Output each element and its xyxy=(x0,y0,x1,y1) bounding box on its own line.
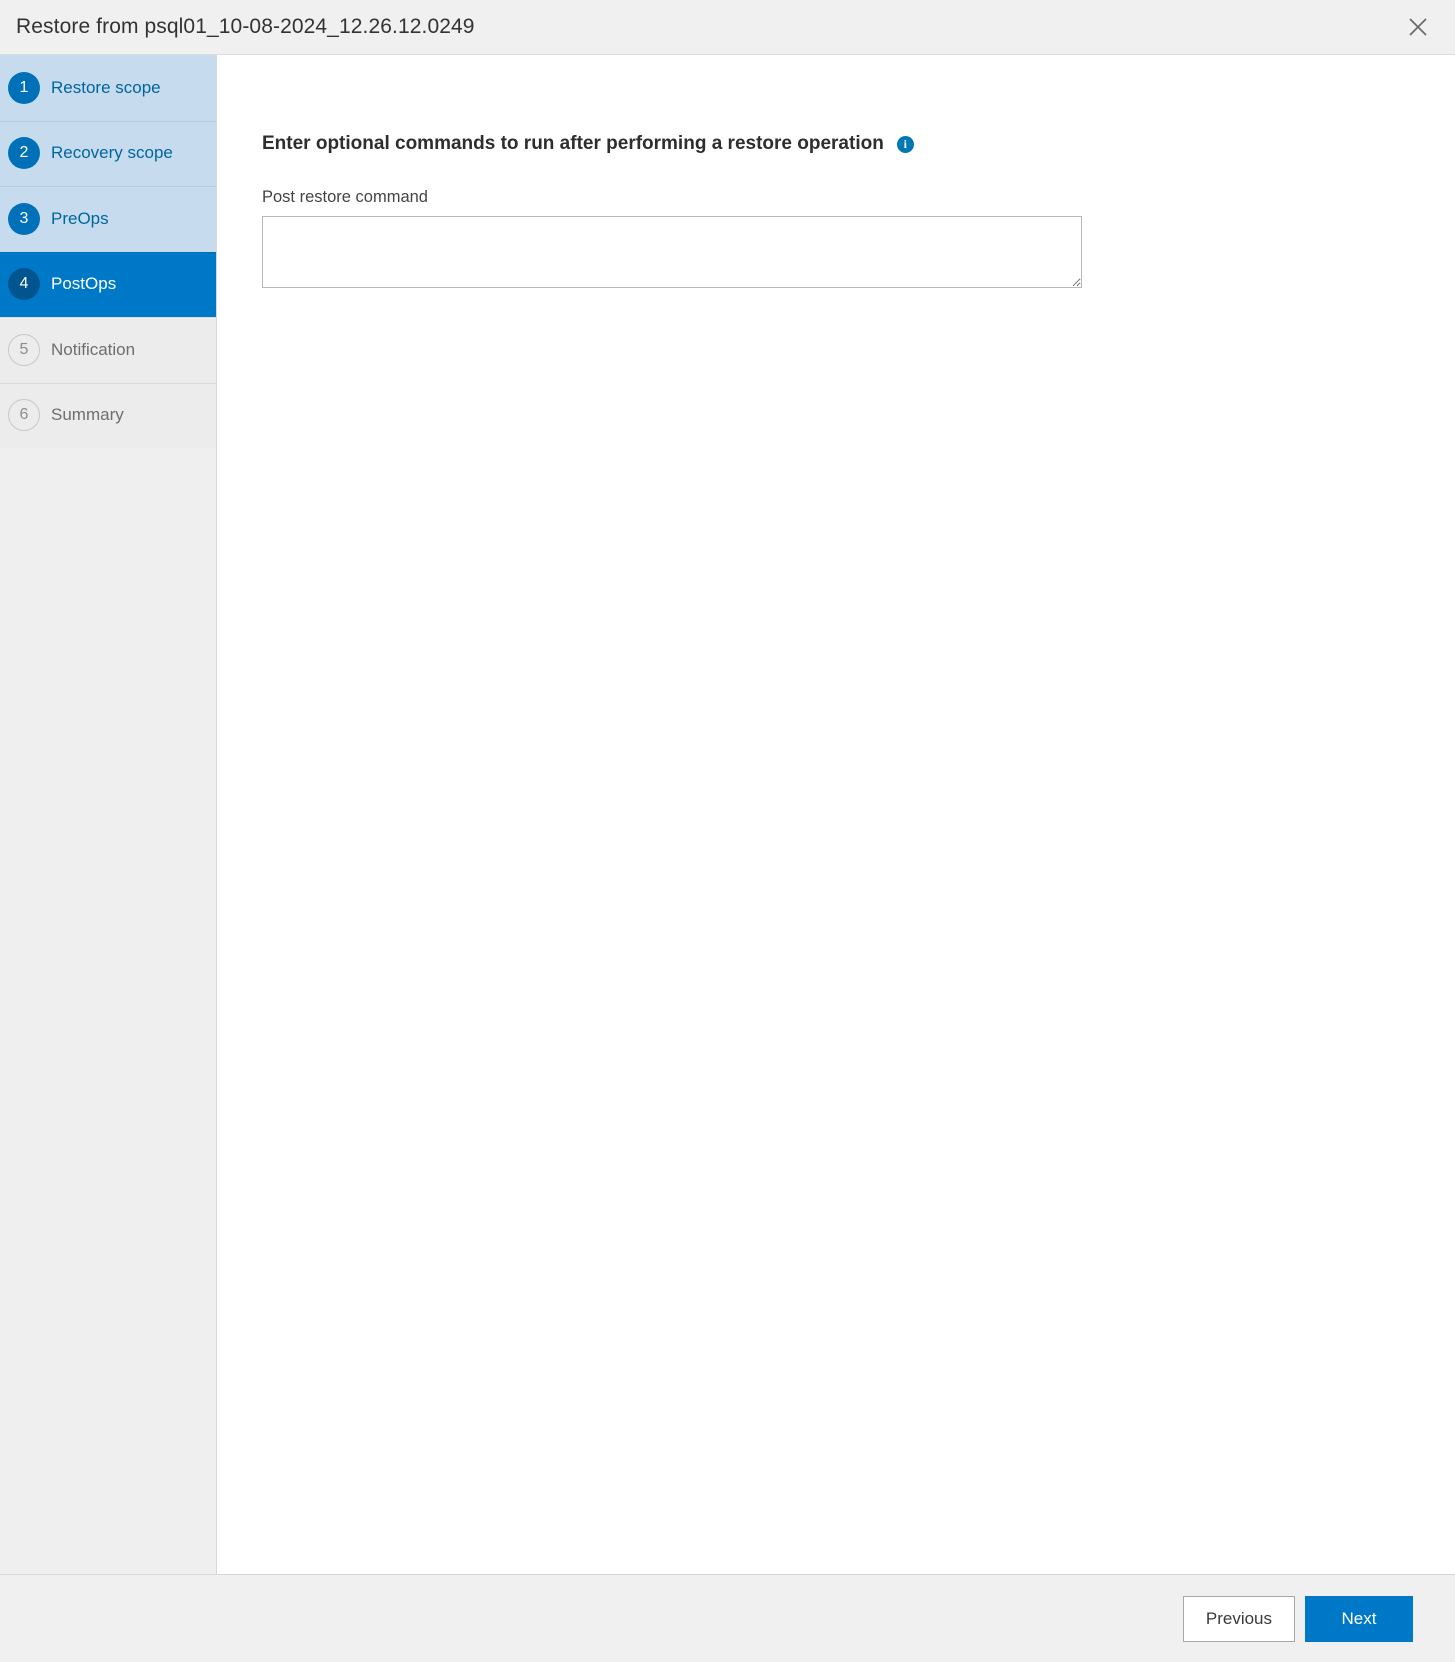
step-number-5: 5 xyxy=(8,333,40,366)
post-restore-command-input[interactable] xyxy=(262,216,1082,288)
sidebar-item-label: Restore scope xyxy=(51,77,161,97)
sidebar-filler xyxy=(0,448,216,1574)
step-number-3: 3 xyxy=(8,202,40,235)
info-icon[interactable]: i xyxy=(896,135,914,153)
restore-wizard-dialog: Restore from psql01_10-08-2024_12.26.12.… xyxy=(0,0,1455,1662)
sidebar-item-summary[interactable]: 6 Summary xyxy=(0,382,216,448)
sidebar-item-restore-scope[interactable]: 1 Restore scope xyxy=(0,55,216,121)
page-title: Restore from psql01_10-08-2024_12.26.12.… xyxy=(16,15,475,38)
post-restore-command-label: Post restore command xyxy=(262,188,428,206)
wizard-step-list: 1 Restore scope 2 Recovery scope 3 PreOp… xyxy=(0,55,217,1574)
next-button[interactable]: Next xyxy=(1305,1595,1413,1642)
sidebar-item-notification[interactable]: 5 Notification xyxy=(0,317,216,383)
panel-heading-row: Enter optional commands to run after per… xyxy=(262,133,1455,155)
sidebar-item-label: Notification xyxy=(51,339,136,359)
sidebar-item-label: PreOps xyxy=(51,208,109,228)
previous-button[interactable]: Previous xyxy=(1182,1595,1295,1642)
step-number-1: 1 xyxy=(8,71,40,104)
dialog-body: 1 Restore scope 2 Recovery scope 3 PreOp… xyxy=(0,55,1455,1574)
sidebar-item-preops[interactable]: 3 PreOps xyxy=(0,186,216,252)
post-restore-command-field: Post restore command xyxy=(262,188,1455,288)
sidebar-item-label: PostOps xyxy=(51,274,117,294)
sidebar-item-recovery-scope[interactable]: 2 Recovery scope xyxy=(0,120,216,186)
dialog-footer: Previous Next xyxy=(0,1574,1455,1662)
step-number-6: 6 xyxy=(8,399,40,432)
step-number-2: 2 xyxy=(8,137,40,170)
panel-heading: Enter optional commands to run after per… xyxy=(262,133,884,154)
step-number-4: 4 xyxy=(8,268,40,301)
sidebar-item-label: Recovery scope xyxy=(51,143,173,163)
sidebar-item-postops[interactable]: 4 PostOps xyxy=(0,251,216,317)
sidebar-item-label: Summary xyxy=(51,405,124,425)
dialog-header: Restore from psql01_10-08-2024_12.26.12.… xyxy=(0,0,1455,55)
close-icon[interactable] xyxy=(1401,10,1435,44)
postops-panel: Enter optional commands to run after per… xyxy=(217,55,1455,1574)
